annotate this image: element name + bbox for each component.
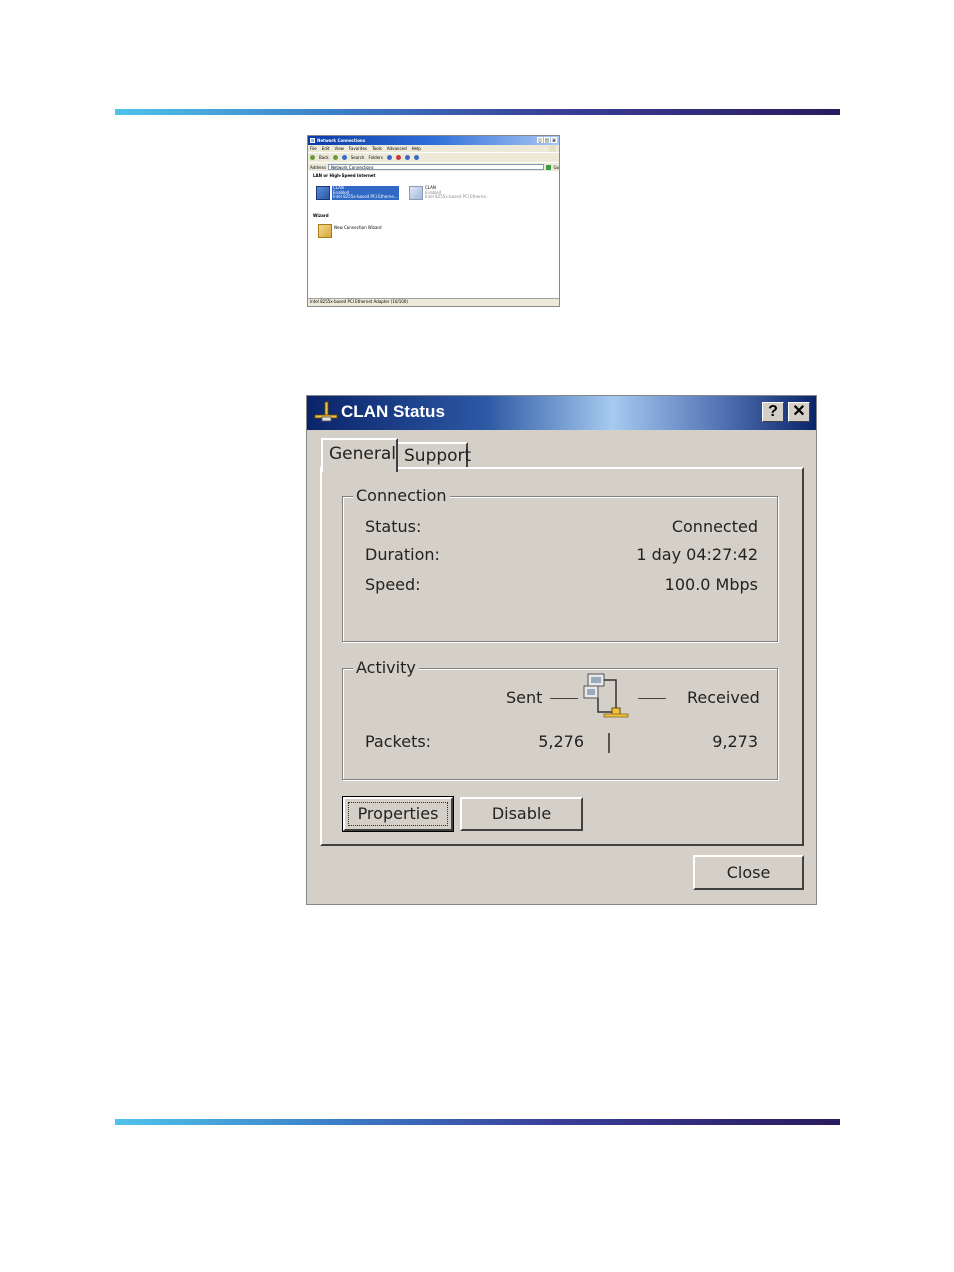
activity-legend: Activity [353, 658, 419, 677]
go-button[interactable]: Go [553, 165, 559, 170]
received-line [638, 698, 666, 699]
dialog-title: CLAN Status [341, 402, 445, 421]
section-lan-heading: LAN or High-Speed Internet [313, 173, 376, 178]
folders-button[interactable]: Folders [368, 155, 382, 160]
status-label: Status: [365, 517, 422, 536]
minimize-button[interactable]: _ [537, 137, 543, 143]
sent-label: Sent [506, 688, 543, 707]
views-icon[interactable] [413, 155, 419, 160]
back-arrow-icon[interactable] [310, 155, 315, 160]
wizard-label: New Connection Wizard [334, 225, 382, 230]
go-arrow-icon[interactable] [546, 164, 552, 170]
delete-icon[interactable] [395, 155, 401, 160]
up-folder-icon[interactable] [341, 155, 347, 160]
speed-label: Speed: [365, 575, 421, 594]
connection-adapter: Intel 8255x-based PCI Etherne... [425, 194, 490, 199]
tab-general[interactable]: General [321, 438, 398, 472]
dialog-title-bar[interactable]: CLAN Status ? ✕ [307, 396, 816, 430]
section-wizard-heading: Wizard [313, 213, 329, 218]
menu-favorites[interactable]: Favorites [349, 146, 367, 151]
maximize-button[interactable]: □ [544, 137, 550, 143]
disable-button[interactable]: Disable [460, 797, 583, 831]
network-activity-icon [583, 673, 629, 718]
activity-group: Activity [342, 658, 778, 780]
packets-received-value: 9,273 [712, 732, 758, 751]
close-window-button[interactable]: × [551, 137, 557, 143]
packets-label: Packets: [365, 732, 432, 751]
menu-advanced[interactable]: Advanced [387, 146, 407, 151]
address-label: Address [310, 164, 326, 170]
new-connection-wizard-item[interactable]: New Connection Wizard [318, 224, 382, 238]
tab-support[interactable]: Support [398, 442, 471, 468]
top-divider-rule [115, 109, 840, 115]
speed-value: 100.0 Mbps [664, 575, 758, 594]
nc-status-bar: Intel 8255x-based PCI Ethernet Adapter (… [308, 298, 559, 306]
activity-divider [608, 733, 610, 753]
duration-value: 1 day 04:27:42 [636, 545, 758, 564]
connection-item-clan-1[interactable]: CLAN Enabled Intel 8255x-based PCI Ether… [316, 185, 399, 200]
network-connection-icon [314, 401, 338, 422]
menu-tools[interactable]: Tools [372, 146, 382, 151]
connection-legend: Connection [353, 486, 450, 505]
nc-menu-bar: File Edit View Favorites Tools Advanced … [308, 145, 559, 152]
menu-help[interactable]: Help [412, 146, 421, 151]
menu-view[interactable]: View [334, 146, 344, 151]
network-connections-window: Network Connections _ □ × File Edit View… [307, 135, 560, 307]
nc-content: LAN or High-Speed Internet CLAN Enabled … [308, 171, 559, 299]
nc-title: Network Connections [317, 138, 366, 143]
packets-sent-value: 5,276 [538, 732, 584, 751]
close-label: Close [726, 863, 771, 882]
status-value: Connected [671, 517, 758, 536]
nc-toolbar: Back Search Folders [308, 152, 559, 162]
address-field[interactable]: Network Connections [327, 164, 545, 170]
menu-file[interactable]: File [310, 146, 317, 151]
connection-adapter: Intel 8255x-based PCI Etherne... [333, 194, 398, 199]
duration-label: Duration: [365, 545, 440, 564]
bottom-divider-rule [115, 1119, 840, 1125]
close-button[interactable]: Close [693, 855, 804, 890]
windows-logo-icon [549, 145, 556, 152]
move-to-icon[interactable] [386, 155, 392, 160]
received-label: Received [687, 688, 760, 707]
properties-button[interactable]: Properties [342, 796, 454, 832]
search-button[interactable]: Search [351, 155, 365, 160]
forward-arrow-icon[interactable] [332, 155, 338, 160]
help-button[interactable]: ? [762, 402, 784, 422]
wizard-icon [318, 224, 332, 238]
sent-line [550, 698, 578, 699]
network-connection-icon [316, 186, 330, 200]
disable-label: Disable [491, 804, 552, 823]
back-button[interactable]: Back [319, 155, 329, 160]
properties-label: Properties [357, 804, 439, 823]
network-connection-icon [409, 186, 423, 200]
nc-address-bar: Address Network Connections Go [308, 162, 559, 171]
network-folder-icon [310, 138, 315, 143]
close-x-button[interactable]: ✕ [788, 402, 810, 422]
undo-icon[interactable] [404, 155, 410, 160]
menu-edit[interactable]: Edit [322, 146, 330, 151]
connection-item-clan-2[interactable]: CLAN Enabled Intel 8255x-based PCI Ether… [409, 185, 490, 200]
nc-title-bar: Network Connections _ □ × [308, 136, 559, 145]
